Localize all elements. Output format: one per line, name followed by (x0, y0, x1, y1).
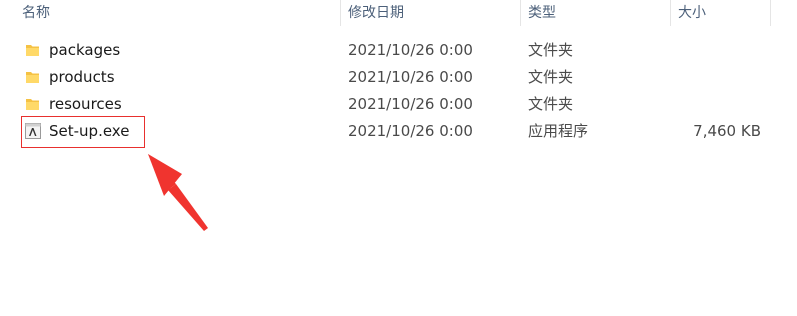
file-size: 7,460 KB (693, 122, 761, 140)
file-row-resources[interactable]: resources 2021/10/26 0:00 文件夹 (0, 91, 797, 118)
column-divider[interactable] (670, 0, 671, 26)
file-date: 2021/10/26 0:00 (348, 68, 473, 86)
file-type: 文件夹 (528, 95, 574, 113)
file-name: packages (49, 41, 121, 59)
file-type: 应用程序 (528, 122, 589, 140)
folder-icon (26, 45, 39, 56)
highlight-box (21, 116, 145, 148)
column-header-name[interactable]: 名称 (22, 4, 50, 22)
red-arrow-annotation (148, 154, 208, 231)
folder-icon (26, 72, 39, 83)
file-date: 2021/10/26 0:00 (348, 41, 473, 59)
column-header-bar: ^ 名称 修改日期 类型 大小 (0, 0, 797, 26)
file-type: 文件夹 (528, 68, 574, 86)
file-name: resources (49, 95, 122, 113)
file-row-products[interactable]: products 2021/10/26 0:00 文件夹 (0, 64, 797, 91)
file-name: products (49, 68, 115, 86)
column-divider[interactable] (520, 0, 521, 26)
column-header-date[interactable]: 修改日期 (348, 4, 404, 22)
folder-icon (26, 99, 39, 110)
column-divider[interactable] (340, 0, 341, 26)
column-divider[interactable] (770, 0, 771, 26)
file-row-packages[interactable]: packages 2021/10/26 0:00 文件夹 (0, 37, 797, 64)
file-type: 文件夹 (528, 41, 574, 59)
file-date: 2021/10/26 0:00 (348, 95, 473, 113)
column-header-size[interactable]: 大小 (678, 4, 706, 22)
file-date: 2021/10/26 0:00 (348, 122, 473, 140)
sort-caret-icon: ^ (173, 0, 183, 7)
column-header-type[interactable]: 类型 (528, 4, 556, 22)
